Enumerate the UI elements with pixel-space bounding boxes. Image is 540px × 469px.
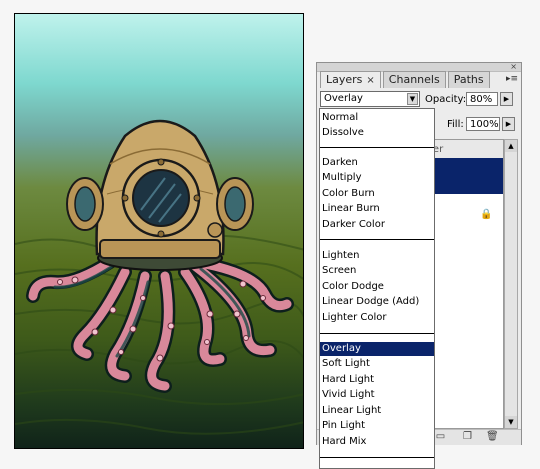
scroll-up-icon[interactable]: ▲ (505, 140, 517, 152)
menu-separator (320, 147, 434, 148)
fill-label: Fill: (447, 119, 464, 130)
fill-arrow-icon[interactable]: ▶ (502, 117, 515, 131)
blend-option-lighten[interactable]: Lighten (322, 249, 432, 263)
blend-option-overlay[interactable]: Overlay (320, 342, 434, 356)
blend-option-darken[interactable]: Darken (322, 156, 432, 170)
opacity-arrow-icon[interactable]: ▶ (500, 92, 513, 106)
blend-option-dissolve[interactable]: Dissolve (322, 126, 432, 140)
scroll-down-icon[interactable]: ▼ (505, 416, 517, 428)
blend-mode-select[interactable]: Overlay ▼ (320, 91, 420, 107)
blend-option-pin-light[interactable]: Pin Light (322, 419, 432, 433)
tab-close-icon[interactable]: × (366, 75, 374, 86)
tab-paths[interactable]: Paths (447, 71, 490, 88)
tab-channels[interactable]: Channels (382, 71, 446, 88)
layers-scrollbar[interactable]: ▲ ▼ (504, 139, 518, 429)
menu-separator (320, 239, 434, 240)
blend-option-lighter-color[interactable]: Lighter Color (322, 311, 432, 325)
panel-tabs: Layers × Channels Paths (320, 71, 492, 89)
blend-option-darker-color[interactable]: Darker Color (322, 218, 432, 232)
blend-option-linear-dodge[interactable]: Linear Dodge (Add) (322, 295, 432, 309)
diver-octopus-illustration (15, 119, 303, 435)
lock-icon: 🔒 (480, 209, 493, 220)
blend-option-screen[interactable]: Screen (322, 264, 432, 278)
blend-option-hard-mix[interactable]: Hard Mix (322, 435, 432, 449)
opacity-input[interactable]: 80% (466, 92, 498, 106)
blend-mode-value: Overlay (324, 93, 363, 104)
blend-option-color-burn[interactable]: Color Burn (322, 187, 432, 201)
blend-option-vivid-light[interactable]: Vivid Light (322, 388, 432, 402)
tab-label: Paths (453, 73, 484, 86)
panel-menu-icon[interactable]: ▸≡ (506, 73, 518, 85)
blend-option-hard-light[interactable]: Hard Light (322, 373, 432, 387)
artwork-canvas (14, 13, 304, 449)
blend-option-linear-burn[interactable]: Linear Burn (322, 202, 432, 216)
tab-layers[interactable]: Layers × (320, 71, 381, 88)
fill-input[interactable]: 100% (466, 117, 500, 131)
chevron-down-icon[interactable]: ▼ (407, 93, 418, 105)
blend-option-soft-light[interactable]: Soft Light (322, 357, 432, 371)
link-layers-icon[interactable]: ▭ (435, 432, 446, 442)
opacity-label: Opacity: (425, 94, 467, 105)
blend-option-multiply[interactable]: Multiply (322, 171, 432, 185)
blend-mode-list[interactable]: Normal Dissolve Darken Multiply Color Bu… (319, 108, 435, 469)
blend-option-normal[interactable]: Normal (322, 111, 432, 125)
menu-separator (320, 457, 434, 458)
panel-close-icon[interactable]: × (510, 63, 517, 71)
trash-icon[interactable]: 🗑 (486, 432, 499, 442)
tab-label: Layers (326, 73, 363, 86)
blend-option-linear-light[interactable]: Linear Light (322, 404, 432, 418)
new-layer-icon[interactable]: ❐ (462, 432, 473, 442)
menu-separator (320, 333, 434, 334)
tab-label: Channels (388, 73, 440, 86)
blend-option-color-dodge[interactable]: Color Dodge (322, 280, 432, 294)
